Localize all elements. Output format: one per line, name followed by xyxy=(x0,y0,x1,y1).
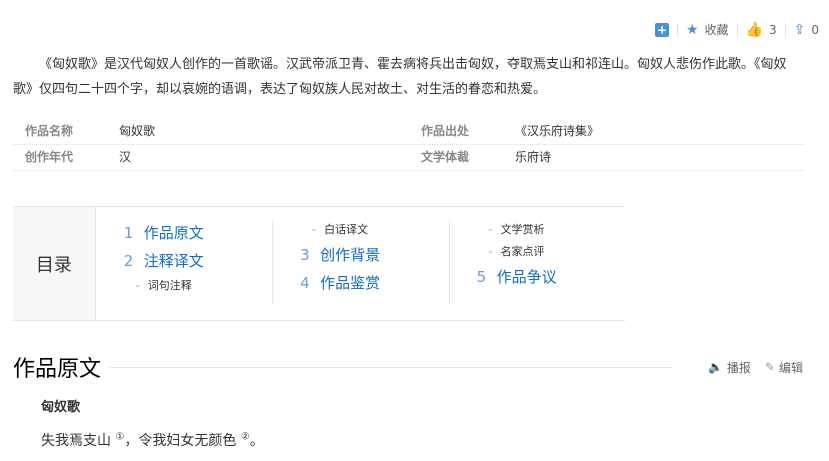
speaker-icon: 🔈 xyxy=(707,360,723,374)
toc-label: 目录 xyxy=(13,207,96,320)
toc-column: 1 作品原文 2 注释译文 - 词句注释 xyxy=(96,207,272,320)
thumbs-up-icon: 👍 xyxy=(745,21,763,38)
info-value: 乐府诗 xyxy=(515,150,552,164)
info-key: 作品名称 xyxy=(25,124,74,138)
toc-item-background[interactable]: 3 创作背景 xyxy=(272,241,448,269)
info-value: 《汉乐府诗集》 xyxy=(515,124,600,138)
summary-paragraph: 《匈奴歌》是汉代匈奴人创作的一首歌谣。汉武帝派卫青、霍去病将兵出击匈奴，夺取焉支… xyxy=(13,57,787,97)
favorite-label: 收藏 xyxy=(704,23,729,37)
favorite-button[interactable]: ★ 收藏 xyxy=(686,21,729,38)
toc-bullet: - xyxy=(488,223,493,236)
like-button[interactable]: 👍 3 xyxy=(746,22,777,38)
info-value: 匈奴歌 xyxy=(119,124,156,138)
report-label: 播报 xyxy=(726,360,751,375)
toc-subitem-label: 词句注释 xyxy=(147,279,192,292)
info-value: 汉 xyxy=(119,150,132,164)
edit-label: 编辑 xyxy=(778,360,803,375)
toc-item-number: 2 xyxy=(123,252,134,270)
poem-text: 失我焉支山 xyxy=(41,433,111,449)
share-count: 0 xyxy=(811,22,819,37)
plus-square-icon: + xyxy=(654,22,669,37)
poem-title: 匈奴歌 xyxy=(41,400,81,415)
basic-info-table: 作品名称 匈奴歌 作品出处 《汉乐府诗集》 创作年代 汉 文学体裁 乐府诗 xyxy=(13,119,805,171)
toc-item-label: 作品争议 xyxy=(496,268,557,286)
toc-item-number: 3 xyxy=(300,246,310,264)
table-of-contents: 目录 1 作品原文 2 注释译文 - 词句注释 - 白话译文 3 创作背景 4 作品鉴赏 -… xyxy=(13,206,625,321)
toc-item-annotation[interactable]: 2 注释译文 xyxy=(96,247,272,275)
info-row: 作品名称 匈奴歌 作品出处 《汉乐府诗集》 xyxy=(13,119,805,145)
toc-subitem-label: 白话译文 xyxy=(324,223,369,236)
toc-item-label: 创作背景 xyxy=(320,246,381,264)
edit-button[interactable]: ✎ 编辑 xyxy=(765,359,803,376)
toc-item-number: 4 xyxy=(300,274,310,292)
toc-item-number: 5 xyxy=(476,268,487,286)
summary: 《匈奴歌》是汉代匈奴人创作的一首歌谣。汉武帝派卫青、霍去病将兵出击匈奴，夺取焉支… xyxy=(13,52,803,102)
share-button[interactable]: ⇪ 0 xyxy=(794,22,819,38)
pencil-icon: ✎ xyxy=(764,360,775,374)
toc-subitem-label: 文学赏析 xyxy=(500,223,545,236)
toc-item-label: 作品原文 xyxy=(143,224,204,242)
like-count: 3 xyxy=(768,22,777,37)
toc-item-original[interactable]: 1 作品原文 xyxy=(96,219,272,247)
section-header: 作品原文 🔈 播报 ✎ 编辑 xyxy=(13,350,803,384)
toc-column: - 文学赏析 - 名家点评 5 作品争议 xyxy=(448,207,625,320)
toc-item-number: 1 xyxy=(123,224,134,242)
section-divider xyxy=(109,366,672,368)
section-title: 作品原文 xyxy=(13,357,102,382)
toc-item-controversy[interactable]: 5 作品争议 xyxy=(449,263,625,291)
star-icon: ★ xyxy=(685,21,699,38)
toc-subitem-literary-analysis[interactable]: - 文学赏析 xyxy=(449,219,625,241)
toc-item-appreciation[interactable]: 4 作品鉴赏 xyxy=(272,269,448,297)
poem-text: ，令我妇女无颜色 xyxy=(124,433,237,449)
poem-line: 失我焉支山 ①，令我妇女无颜色 ②。 xyxy=(41,430,264,450)
report-button[interactable]: 🔈 播报 xyxy=(708,359,751,376)
article-toolbar: + ★ 收藏 👍 3 ⇪ 0 xyxy=(654,21,819,38)
toc-bullet: - xyxy=(312,223,317,236)
footnote-ref[interactable]: ② xyxy=(241,431,250,442)
info-row: 创作年代 汉 文学体裁 乐府诗 xyxy=(13,145,805,171)
toc-subitem-critics-comments[interactable]: - 名家点评 xyxy=(449,241,625,263)
toc-bullet: - xyxy=(488,245,493,258)
toolbar-divider xyxy=(676,22,678,37)
toolbar-divider xyxy=(784,22,786,37)
info-key: 创作年代 xyxy=(25,150,74,164)
toc-bullet: - xyxy=(135,279,140,292)
toc-subitem-label: 名家点评 xyxy=(500,245,545,258)
info-key: 文学体裁 xyxy=(421,150,470,164)
toc-item-label: 作品鉴赏 xyxy=(320,274,381,292)
toc-subitem-translation[interactable]: - 白话译文 xyxy=(272,219,448,241)
poem-text: 。 xyxy=(249,433,264,449)
share-icon: ⇪ xyxy=(793,21,806,38)
add-button[interactable]: + xyxy=(654,22,669,37)
toolbar-divider xyxy=(736,22,738,37)
toc-column: - 白话译文 3 创作背景 4 作品鉴赏 xyxy=(272,207,448,320)
toc-item-label: 注释译文 xyxy=(143,252,204,270)
toc-subitem-notes[interactable]: - 词句注释 xyxy=(96,275,272,297)
info-key: 作品出处 xyxy=(421,124,470,138)
